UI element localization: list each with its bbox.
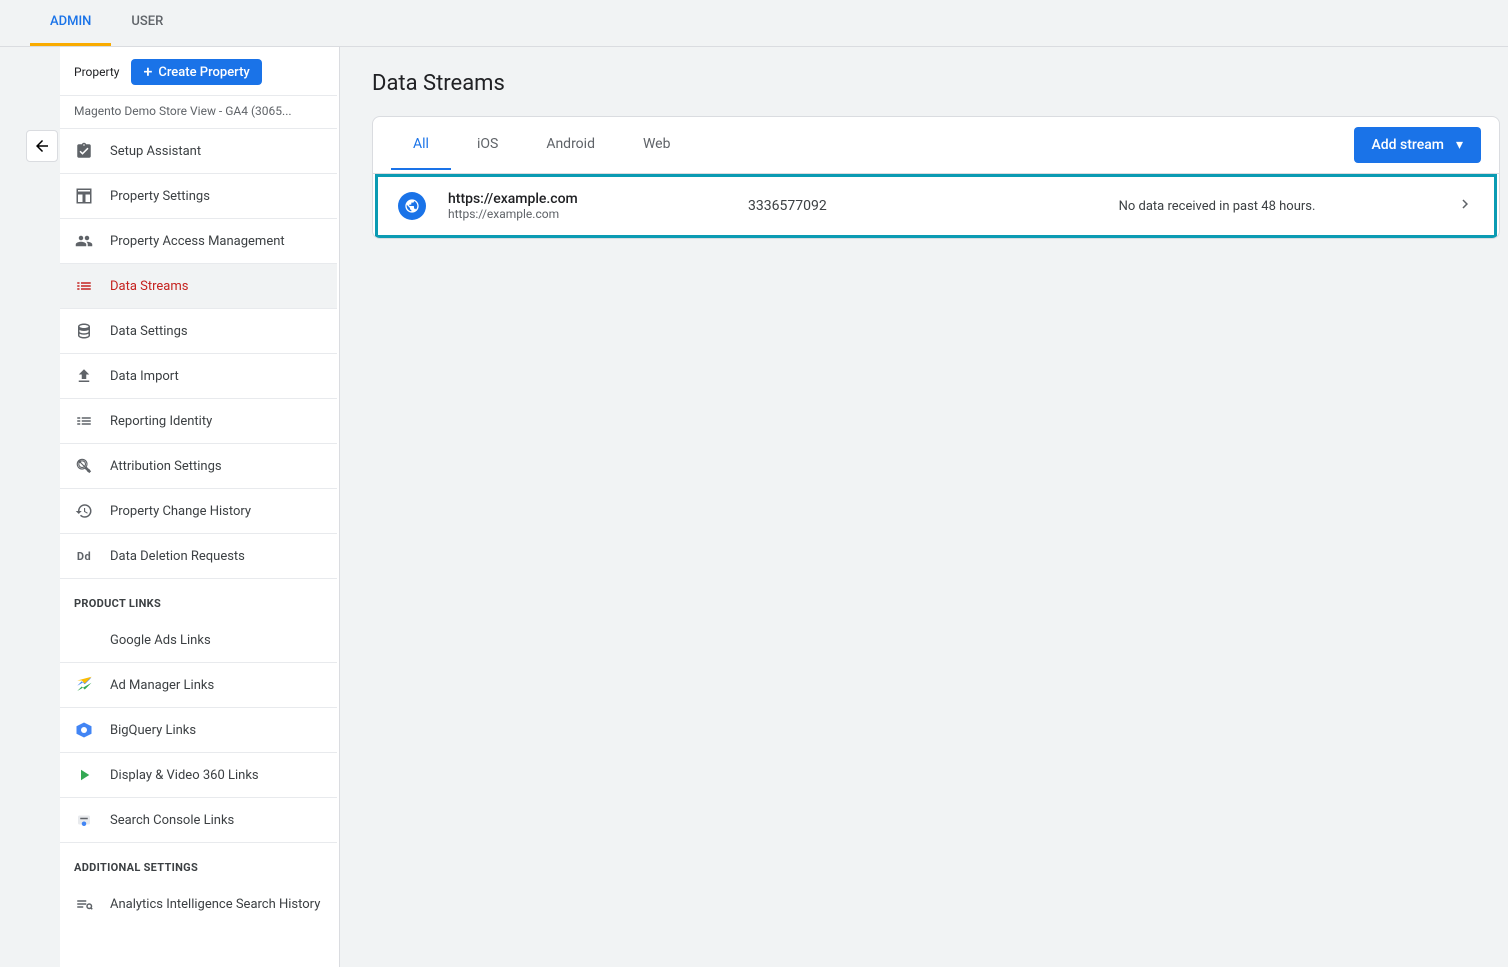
add-stream-button[interactable]: Add stream ▾ xyxy=(1354,127,1482,163)
arrow-left-icon xyxy=(33,137,51,155)
sidebar-item-label: Data Import xyxy=(110,369,179,384)
sidebar-item-label: Attribution Settings xyxy=(110,459,222,474)
search-console-icon xyxy=(74,810,94,830)
sidebar-item-label: Reporting Identity xyxy=(110,414,212,429)
sidebar-item-analytics-intelligence[interactable]: Analytics Intelligence Search History xyxy=(60,882,337,926)
sidebar-item-label: Data Deletion Requests xyxy=(110,549,245,564)
dd-icon: Dd xyxy=(74,546,94,566)
filter-tab-web[interactable]: Web xyxy=(621,120,693,170)
create-property-button[interactable]: + Create Property xyxy=(131,59,261,85)
stream-status: No data received in past 48 hours. xyxy=(978,199,1456,214)
sidebar: Property + Create Property Magento Demo … xyxy=(60,47,340,967)
sidebar-item-label: Google Ads Links xyxy=(110,633,211,648)
sidebar-item-data-deletion[interactable]: Dd Data Deletion Requests xyxy=(60,534,337,579)
stream-icon xyxy=(74,276,94,296)
attribution-icon xyxy=(74,456,94,476)
filter-tabs: All iOS Android Web xyxy=(391,120,692,170)
sidebar-item-google-ads-links[interactable]: Google Ads Links xyxy=(60,618,337,663)
sidebar-item-label: Property Settings xyxy=(110,189,210,204)
sidebar-item-ad-manager-links[interactable]: Ad Manager Links xyxy=(60,663,337,708)
sidebar-item-change-history[interactable]: Property Change History xyxy=(60,489,337,534)
stream-id: 3336577092 xyxy=(748,198,978,214)
additional-settings-header: ADDITIONAL SETTINGS xyxy=(60,843,337,882)
sidebar-item-data-streams[interactable]: Data Streams xyxy=(60,264,337,309)
chevron-right-icon xyxy=(1456,195,1474,217)
sidebar-item-property-access[interactable]: Property Access Management xyxy=(60,219,337,264)
display-video-icon xyxy=(74,765,94,785)
sidebar-item-setup-assistant[interactable]: Setup Assistant xyxy=(60,129,337,174)
bigquery-icon xyxy=(74,720,94,740)
sidebar-item-label: Display & Video 360 Links xyxy=(110,768,259,783)
sidebar-item-label: Property Access Management xyxy=(110,234,285,249)
sidebar-item-label: Setup Assistant xyxy=(110,144,201,159)
sidebar-item-label: Data Settings xyxy=(110,324,188,339)
layout-icon xyxy=(74,186,94,206)
sidebar-item-property-settings[interactable]: Property Settings xyxy=(60,174,337,219)
sidebar-item-label: Property Change History xyxy=(110,504,251,519)
tab-user[interactable]: USER xyxy=(111,0,183,46)
sidebar-item-label: Analytics Intelligence Search History xyxy=(110,897,320,912)
globe-icon xyxy=(398,192,426,220)
filter-tab-ios[interactable]: iOS xyxy=(455,120,520,170)
stream-row[interactable]: https://example.com https://example.com … xyxy=(375,174,1497,238)
sidebar-item-reporting-identity[interactable]: Reporting Identity xyxy=(60,399,337,444)
caret-down-icon: ▾ xyxy=(1456,137,1463,153)
sidebar-item-data-import[interactable]: Data Import xyxy=(60,354,337,399)
google-ads-icon xyxy=(74,630,94,650)
upload-icon xyxy=(74,366,94,386)
people-icon xyxy=(74,231,94,251)
top-tabs: ADMIN USER xyxy=(0,0,1508,47)
sidebar-item-label: BigQuery Links xyxy=(110,723,196,738)
back-button[interactable] xyxy=(26,130,58,162)
content-area: Data Streams All iOS Android Web Add str… xyxy=(340,47,1508,967)
database-icon xyxy=(74,321,94,341)
property-name: Magento Demo Store View - GA4 (3065... xyxy=(60,96,337,129)
sidebar-item-label: Search Console Links xyxy=(110,813,234,828)
stream-name: https://example.com xyxy=(448,191,748,207)
sidebar-item-attribution-settings[interactable]: Attribution Settings xyxy=(60,444,337,489)
property-label: Property xyxy=(74,65,119,79)
streams-card: All iOS Android Web Add stream ▾ https:/… xyxy=(372,116,1500,239)
add-stream-label: Add stream xyxy=(1372,137,1444,153)
ad-manager-icon xyxy=(74,675,94,695)
sidebar-item-label: Ad Manager Links xyxy=(110,678,214,693)
page-title: Data Streams xyxy=(372,71,1500,96)
create-property-label: Create Property xyxy=(158,65,249,80)
filter-tab-all[interactable]: All xyxy=(391,120,451,170)
tab-admin[interactable]: ADMIN xyxy=(30,0,111,46)
identity-icon xyxy=(74,411,94,431)
sidebar-item-display-video-links[interactable]: Display & Video 360 Links xyxy=(60,753,337,798)
search-history-icon xyxy=(74,894,94,914)
plus-icon: + xyxy=(143,64,152,80)
sidebar-item-label: Data Streams xyxy=(110,279,188,294)
filter-tab-android[interactable]: Android xyxy=(524,120,617,170)
history-icon xyxy=(74,501,94,521)
sidebar-item-data-settings[interactable]: Data Settings xyxy=(60,309,337,354)
stream-url: https://example.com xyxy=(448,207,748,221)
clipboard-check-icon xyxy=(74,141,94,161)
sidebar-item-bigquery-links[interactable]: BigQuery Links xyxy=(60,708,337,753)
product-links-header: PRODUCT LINKS xyxy=(60,579,337,618)
sidebar-item-search-console-links[interactable]: Search Console Links xyxy=(60,798,337,843)
